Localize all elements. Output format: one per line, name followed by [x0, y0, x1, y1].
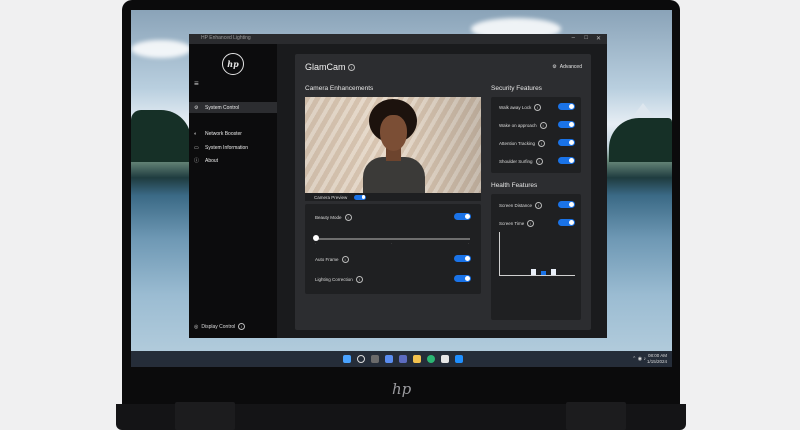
info-icon[interactable]: i [538, 140, 546, 147]
search-icon[interactable] [357, 355, 365, 363]
camera-settings-panel: Beauty Mode i · · · Auto Frame i Lightin… [305, 204, 481, 294]
chart-bar [531, 269, 536, 275]
hamburger-menu-icon[interactable]: ≡ [194, 79, 199, 88]
chat-icon[interactable] [399, 355, 407, 363]
attention-tracking-label: Attention Tracking i [499, 140, 546, 147]
edge-browser-icon[interactable] [427, 355, 435, 363]
camera-preview-bar: Camera Preview [305, 193, 481, 201]
beauty-level-slider[interactable] [315, 238, 470, 240]
chart-x-axis [499, 275, 575, 276]
camera-preview-image [305, 97, 481, 194]
info-icon[interactable]: i [355, 276, 363, 283]
display-control-link[interactable]: ◎ Display Control i [194, 323, 246, 330]
beauty-level-slider-handle[interactable] [313, 235, 319, 241]
laptop-hinge-right [566, 402, 626, 430]
laptop-hinge-left [175, 402, 235, 430]
tree-line [131, 110, 191, 162]
cloud [131, 40, 191, 58]
hp-logo: hp [222, 53, 244, 75]
wake-on-approach-label: Wake on approach i [499, 122, 547, 129]
info-icon[interactable]: i [527, 220, 535, 227]
maximize-icon[interactable]: □ [584, 35, 588, 41]
auto-frame-label: Auto Frame i [315, 256, 349, 263]
system-information-icon: ▭ [194, 144, 199, 151]
sidebar-item-about[interactable]: ⓘ About [189, 155, 277, 166]
minimize-icon[interactable]: – [572, 35, 575, 41]
window-title: HP Enhanced Lighting [201, 35, 251, 41]
sidebar-item-system-control[interactable]: ⚙ System Control [189, 102, 277, 113]
glamcam-panel: GlamCam i ⚙ Advanced Camera Enhancements… [295, 54, 591, 330]
lighting-correction-label: Lighting Correction i [315, 276, 363, 283]
attention-tracking-toggle[interactable] [558, 139, 575, 146]
health-features-panel: Screen Distance i Screen Time i [491, 194, 581, 320]
title-bar: HP Enhanced Lighting – □ ✕ [189, 34, 607, 44]
info-icon[interactable]: i [535, 202, 543, 209]
network-booster-icon: ◐ [194, 130, 198, 137]
widgets-icon[interactable] [385, 355, 393, 363]
info-icon[interactable]: i [534, 104, 542, 111]
gear-icon: ⚙ [552, 64, 557, 70]
shoulder-surfing-toggle[interactable] [558, 157, 575, 164]
task-view-icon[interactable] [371, 355, 379, 363]
auto-frame-toggle[interactable] [454, 255, 471, 262]
info-icon[interactable]: i [344, 214, 352, 221]
security-features-heading: Security Features [491, 85, 542, 92]
walk-away-lock-label: Walk away Lock i [499, 104, 542, 111]
advanced-button[interactable]: ⚙ Advanced [552, 64, 582, 70]
walk-away-lock-toggle[interactable] [558, 103, 575, 110]
chart-bar [541, 270, 546, 275]
about-icon: ⓘ [194, 158, 200, 164]
screen-distance-label: Screen Distance i [499, 202, 543, 209]
display-control-icon: ◎ [194, 323, 199, 330]
camera-preview-toggle[interactable] [354, 194, 366, 200]
info-icon[interactable]: i [238, 323, 246, 330]
hp-app-icon[interactable] [455, 355, 463, 363]
hp-bezel-logo: hp [392, 380, 412, 398]
sidebar: hp ≡ ⚙ System Control ◐ Network Booster … [189, 44, 277, 338]
page-title: GlamCam i [305, 62, 356, 72]
screen-time-label: Screen Time i [499, 220, 535, 227]
health-features-heading: Health Features [491, 182, 538, 189]
shoulder-surfing-label: Shoulder Surfing i [499, 158, 543, 165]
beauty-mode-label: Beauty Mode i [315, 214, 352, 221]
info-icon[interactable]: i [535, 158, 543, 165]
camera-enhancements-heading: Camera Enhancements [305, 85, 374, 92]
security-features-panel: Walk away Lock i Wake on approach i Atte… [491, 97, 581, 173]
clock[interactable]: 08:00 AM 1/15/2024 [647, 353, 667, 364]
taskbar: ⌃ ◉ ♪ 08:00 AM 1/15/2024 [131, 351, 672, 367]
start-menu-icon[interactable] [343, 355, 351, 363]
screen-distance-toggle[interactable] [558, 201, 575, 208]
info-icon[interactable]: i [348, 64, 356, 72]
desktop-screen: HP Enhanced Lighting – □ ✕ hp ≡ ⚙ System… [131, 10, 672, 367]
tree-line [609, 118, 672, 162]
info-icon[interactable]: i [539, 122, 547, 129]
sidebar-item-system-information[interactable]: ▭ System Information [189, 142, 277, 153]
lighting-correction-toggle[interactable] [454, 275, 471, 282]
close-icon[interactable]: ✕ [596, 35, 601, 42]
chart-y-axis [499, 232, 500, 275]
file-explorer-icon[interactable] [413, 355, 421, 363]
chart-bar [551, 269, 556, 275]
app-window: HP Enhanced Lighting – □ ✕ hp ≡ ⚙ System… [189, 34, 607, 338]
system-tray-icons[interactable]: ⌃ ◉ ♪ [632, 356, 646, 362]
screen-time-toggle[interactable] [558, 219, 575, 226]
store-icon[interactable] [441, 355, 449, 363]
system-control-icon: ⚙ [194, 104, 199, 111]
wake-on-approach-toggle[interactable] [558, 121, 575, 128]
sidebar-item-network-booster[interactable]: ◐ Network Booster [189, 128, 277, 139]
info-icon[interactable]: i [341, 256, 349, 263]
beauty-mode-toggle[interactable] [454, 213, 471, 220]
